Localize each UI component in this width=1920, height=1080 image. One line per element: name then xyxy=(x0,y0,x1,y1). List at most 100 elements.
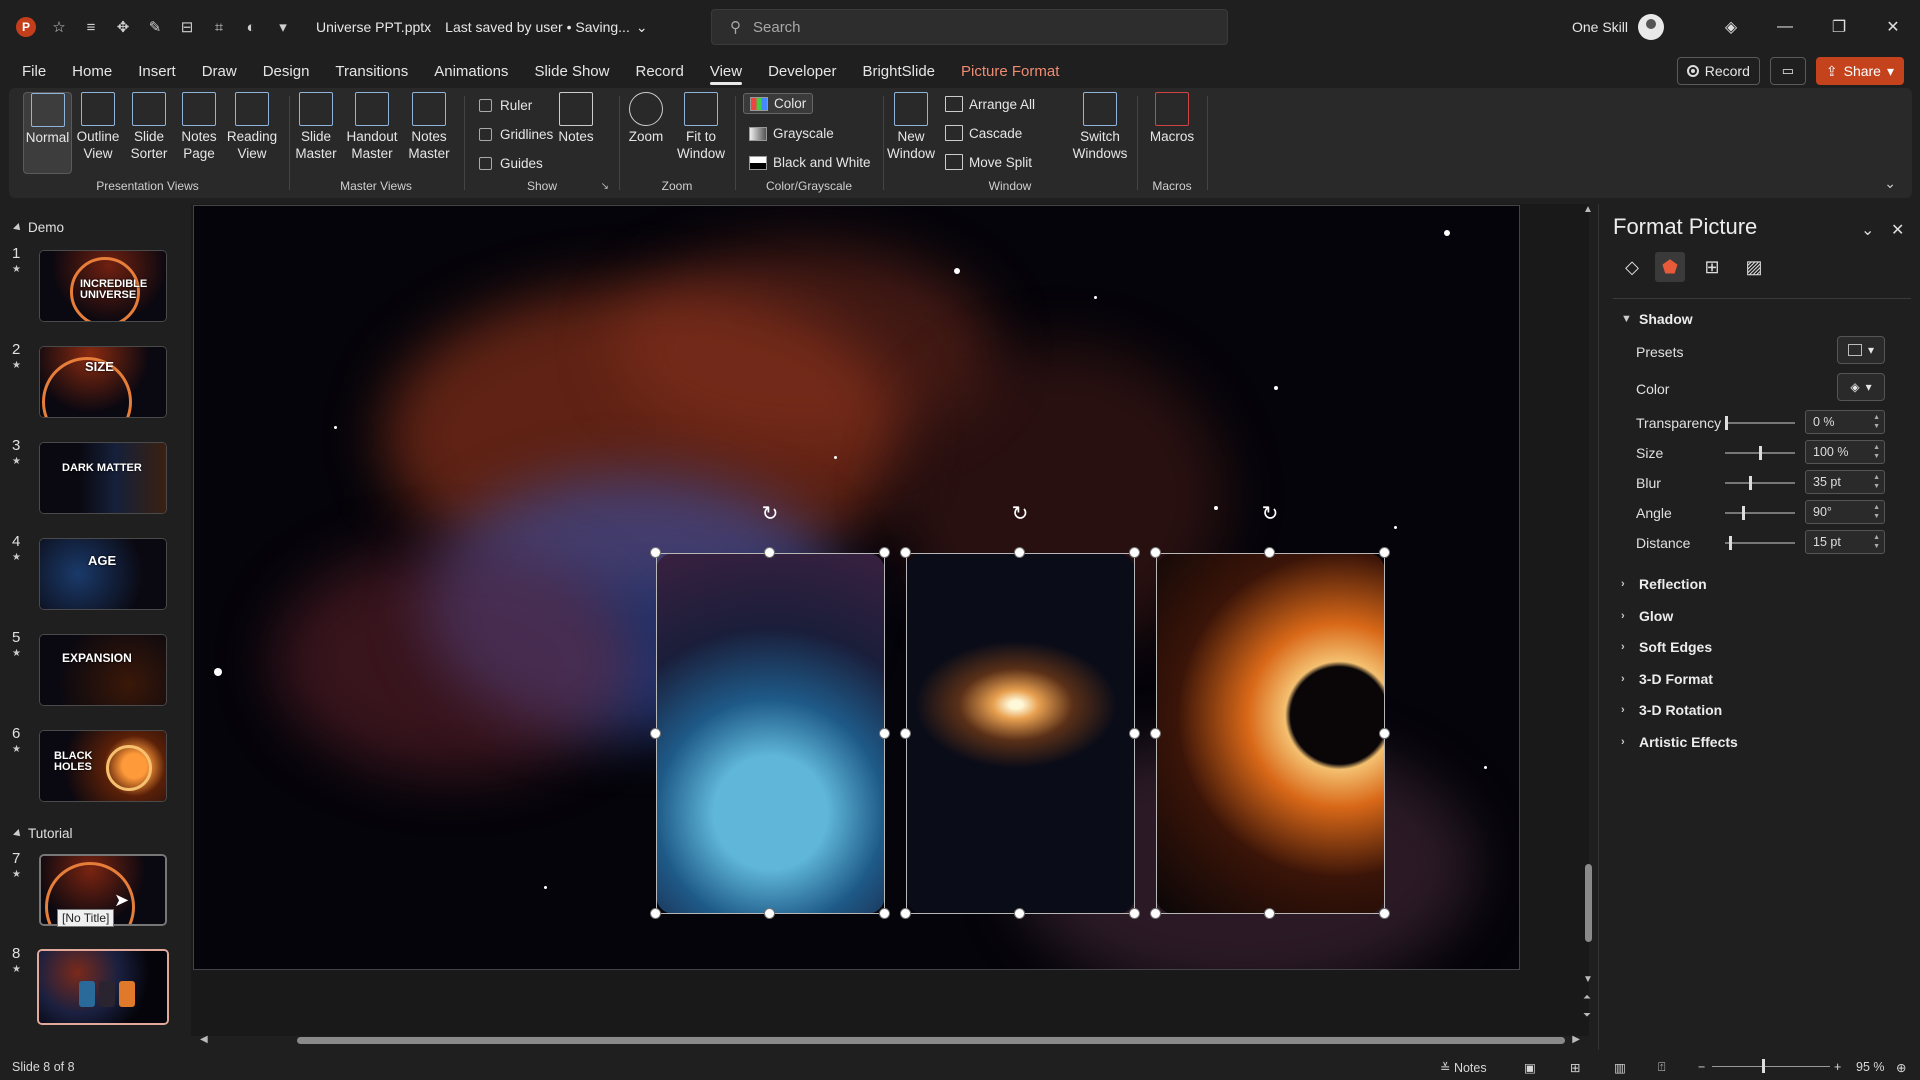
share-button[interactable]: ⇪ Share ▾ xyxy=(1815,57,1904,85)
resize-handle[interactable] xyxy=(879,547,890,558)
dialog-launcher-icon[interactable]: ↘ xyxy=(601,181,609,192)
resize-handle[interactable] xyxy=(900,547,911,558)
resize-handle[interactable] xyxy=(1014,547,1025,558)
record-button[interactable]: Record xyxy=(1676,57,1760,85)
reflection-section[interactable]: › Reflection xyxy=(1621,576,1707,592)
horizontal-scroll-thumb[interactable] xyxy=(297,1037,1565,1044)
size-properties-tab-icon[interactable]: ⊞ xyxy=(1697,252,1727,282)
tab-insert[interactable]: Insert xyxy=(138,54,176,88)
horizontal-scrollbar[interactable]: ◀ ▶ xyxy=(200,1032,1580,1048)
avatar[interactable] xyxy=(1638,14,1664,40)
resize-handle[interactable] xyxy=(1379,728,1390,739)
diamond-icon[interactable]: ◈ xyxy=(1704,0,1758,54)
slider-knob[interactable] xyxy=(1742,506,1745,520)
search-input[interactable]: Search xyxy=(753,19,801,36)
resize-handle[interactable] xyxy=(764,547,775,558)
section-tutorial[interactable]: Tutorial xyxy=(13,826,73,841)
fit-to-window-button[interactable]: Fit to Window xyxy=(673,92,729,162)
distance-input[interactable]: 15 pt ▲ ▼ xyxy=(1805,530,1885,554)
pane-options-icon[interactable]: ⌄ xyxy=(1861,220,1874,240)
close-pane-icon[interactable]: ✕ xyxy=(1891,220,1904,240)
previous-slide-icon[interactable]: ⏶ xyxy=(1583,992,1591,1003)
color-button[interactable]: Color xyxy=(743,93,814,114)
spinner-icon[interactable]: ▲ ▼ xyxy=(1873,503,1880,521)
tab-developer[interactable]: Developer xyxy=(768,54,836,88)
resize-handle[interactable] xyxy=(1129,547,1140,558)
distance-slider[interactable] xyxy=(1725,536,1795,550)
slide-thumbnail-1[interactable]: INCREDIBLE UNIVERSE xyxy=(39,250,167,322)
slide-show-icon[interactable]: ⍐ xyxy=(1658,1060,1666,1075)
notes-button[interactable]: Notes xyxy=(553,92,599,145)
resize-handle[interactable] xyxy=(1379,547,1390,558)
outline-view-button[interactable]: Outline View xyxy=(75,92,121,162)
artistic-effects-section[interactable]: › Artistic Effects xyxy=(1621,734,1738,750)
spinner-icon[interactable]: ▲ ▼ xyxy=(1873,473,1880,491)
rotate-handle-icon[interactable]: ↻ xyxy=(1259,503,1281,525)
guides-checkbox[interactable]: Guides xyxy=(479,156,543,171)
slide-sorter-button[interactable]: Slide Sorter xyxy=(127,92,171,162)
angle-slider[interactable] xyxy=(1725,506,1795,520)
soft-edges-section[interactable]: › Soft Edges xyxy=(1621,639,1712,655)
cascade-button[interactable]: Cascade xyxy=(945,125,1022,141)
handout-master-button[interactable]: Handout Master xyxy=(343,92,401,162)
slide-thumbnail-4[interactable]: AGE xyxy=(39,538,167,610)
fit-slide-icon[interactable]: ⊕ xyxy=(1896,1060,1906,1075)
zoom-level[interactable]: 95 % xyxy=(1856,1060,1885,1074)
document-title[interactable]: Universe PPT.pptx Last saved by user • S… xyxy=(316,19,648,36)
rotate-handle-icon[interactable]: ↻ xyxy=(759,503,781,525)
section-demo[interactable]: Demo xyxy=(13,220,64,235)
slider-knob[interactable] xyxy=(1759,446,1762,460)
search-box[interactable]: ⚲ Search xyxy=(711,9,1228,45)
tab-file[interactable]: File xyxy=(22,54,46,88)
crop-icon[interactable]: ⌗ xyxy=(210,18,228,36)
normal-view-button[interactable]: Normal xyxy=(23,92,72,174)
align-icon[interactable]: ⊟ xyxy=(178,18,196,36)
zoom-in-icon[interactable]: + xyxy=(1834,1060,1841,1074)
vertical-scrollbar[interactable]: ▲ ▼ ⏶ ⏷ xyxy=(1580,204,1596,1034)
notes-page-button[interactable]: Notes Page xyxy=(177,92,221,162)
resize-handle[interactable] xyxy=(900,728,911,739)
slider-knob[interactable] xyxy=(1725,416,1728,430)
spinner-icon[interactable]: ▲ ▼ xyxy=(1873,443,1880,461)
shadow-color-dropdown[interactable]: ◈ ▾ xyxy=(1837,373,1885,401)
zoom-slider-knob[interactable] xyxy=(1762,1059,1765,1073)
new-window-button[interactable]: New Window xyxy=(885,92,937,162)
blur-input[interactable]: 35 pt ▲ ▼ xyxy=(1805,470,1885,494)
minimize-button[interactable]: — xyxy=(1758,0,1812,54)
format-3d-section[interactable]: › 3-D Format xyxy=(1621,671,1713,687)
slide-master-button[interactable]: Slide Master xyxy=(291,92,341,162)
gridlines-checkbox[interactable]: Gridlines xyxy=(479,127,553,142)
resize-handle[interactable] xyxy=(764,908,775,919)
tab-picture-format[interactable]: Picture Format xyxy=(961,54,1059,88)
slide-thumbnail-3[interactable]: DARK MATTER xyxy=(39,442,167,514)
resize-handle[interactable] xyxy=(1379,908,1390,919)
move-icon[interactable]: ✥ xyxy=(114,18,132,36)
resize-handle[interactable] xyxy=(1150,908,1161,919)
glow-section[interactable]: › Glow xyxy=(1621,608,1673,624)
resize-handle[interactable] xyxy=(1264,908,1275,919)
transparency-input[interactable]: 0 % ▲ ▼ xyxy=(1805,410,1885,434)
resize-handle[interactable] xyxy=(879,908,890,919)
slide-thumbnail-2[interactable]: SIZE xyxy=(39,346,167,418)
tab-slide-show[interactable]: Slide Show xyxy=(534,54,609,88)
star-icon[interactable]: ☆ xyxy=(50,18,68,36)
slide-thumbnail-8[interactable] xyxy=(37,949,169,1025)
resize-handle[interactable] xyxy=(900,908,911,919)
rotation-3d-section[interactable]: › 3-D Rotation xyxy=(1621,702,1722,718)
scroll-right-icon[interactable]: ▶ xyxy=(1572,1034,1580,1045)
tab-draw[interactable]: Draw xyxy=(202,54,237,88)
restore-button[interactable]: ❐ xyxy=(1812,0,1866,54)
picture-tab-icon[interactable]: ▨ xyxy=(1739,252,1769,282)
tab-home[interactable]: Home xyxy=(72,54,112,88)
resize-handle[interactable] xyxy=(1264,547,1275,558)
tab-animations[interactable]: Animations xyxy=(434,54,508,88)
shape-icon[interactable]: ◐ xyxy=(242,18,260,36)
macros-button[interactable]: Macros xyxy=(1145,92,1199,145)
customize-qat-icon[interactable]: ▾ xyxy=(274,18,292,36)
grayscale-button[interactable]: Grayscale xyxy=(749,126,834,141)
spinner-icon[interactable]: ▲ ▼ xyxy=(1873,533,1880,551)
vertical-scroll-thumb[interactable] xyxy=(1585,864,1592,942)
resize-handle[interactable] xyxy=(650,908,661,919)
scroll-left-icon[interactable]: ◀ xyxy=(200,1034,208,1045)
collapse-ribbon-icon[interactable]: ⌄ xyxy=(1884,175,1896,192)
